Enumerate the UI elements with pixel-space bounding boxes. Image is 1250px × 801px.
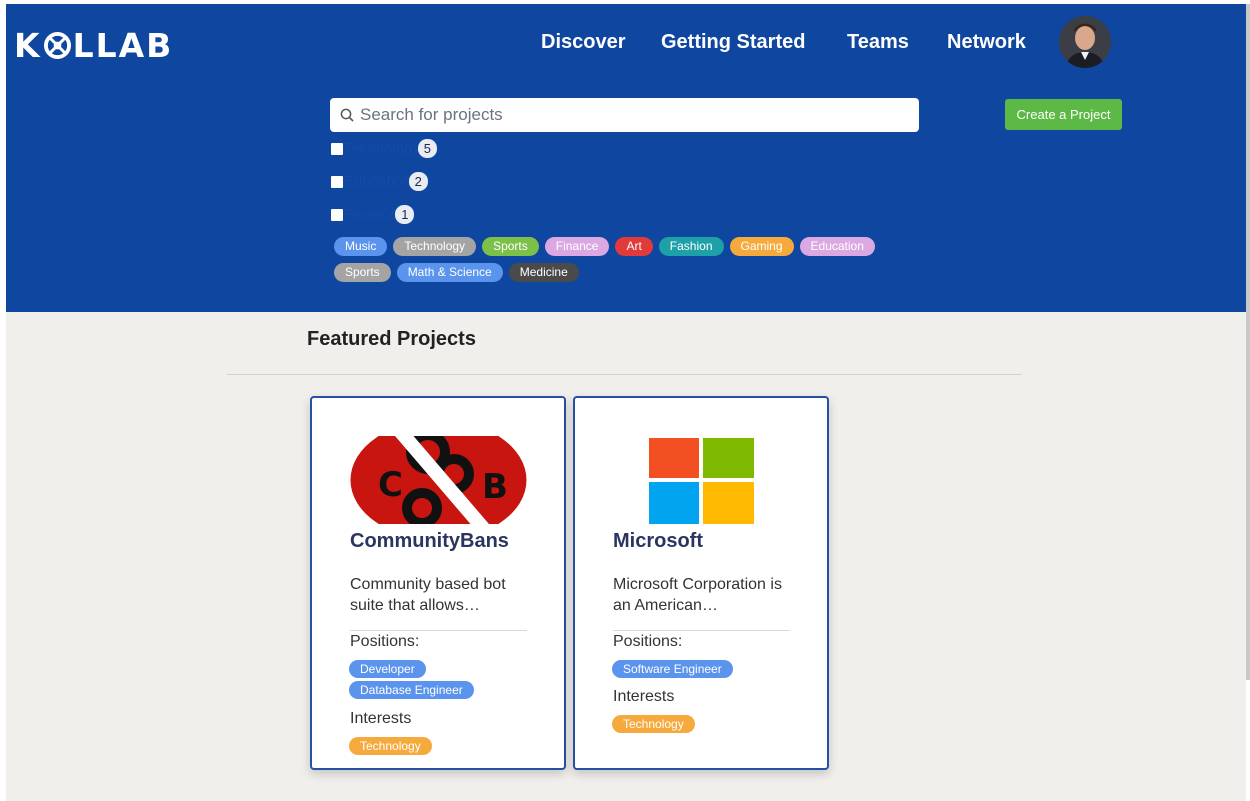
search-icon — [340, 108, 354, 122]
featured-projects-title: Featured Projects — [307, 328, 476, 350]
positions-label: Positions: — [350, 633, 420, 650]
tag-row: Sports Math & Science Medicine — [334, 263, 934, 282]
project-name[interactable]: CommunityBans — [350, 530, 509, 553]
project-card-microsoft[interactable]: Microsoft Microsoft Corporation is an Am… — [573, 396, 829, 770]
card-divider — [613, 630, 790, 631]
filter-count-badge: 1 — [395, 205, 415, 224]
interests-label: Interests — [613, 688, 675, 705]
tag-row: Music Technology Sports Finance Art Fash… — [334, 237, 934, 256]
tag-education[interactable]: Education — [799, 237, 875, 256]
tag-fashion[interactable]: Fashion — [658, 237, 724, 256]
logo-llab: LLAB — [72, 26, 174, 65]
position-pill[interactable]: Software Engineer — [612, 660, 733, 678]
positions-label: Positions: — [613, 633, 683, 650]
nav-teams[interactable]: Teams — [847, 31, 909, 54]
filter-finance[interactable]: Finance 1 — [331, 205, 415, 224]
page: K LLAB Discover Getting Started Teams Ne… — [0, 0, 1250, 801]
position-pill[interactable]: Developer — [349, 660, 426, 678]
interest-pill[interactable]: Technology — [349, 737, 432, 755]
filter-label: Education — [344, 173, 411, 190]
nav-discover[interactable]: Discover — [541, 31, 626, 54]
nav-network[interactable]: Network — [947, 31, 1026, 54]
nav-getting-started[interactable]: Getting Started — [661, 31, 805, 54]
filter-label: Finance — [344, 206, 398, 223]
position-pill[interactable]: Database Engineer — [349, 681, 474, 699]
project-card-communitybans[interactable]: C B CommunityBans Community based bot su… — [310, 396, 566, 770]
project-description: Community based bot suite that allows… — [350, 576, 506, 614]
tag-art[interactable]: Art — [615, 237, 653, 256]
category-tags: Music Technology Sports Finance Art Fash… — [334, 237, 934, 289]
header: K LLAB Discover Getting Started Teams Ne… — [6, 4, 1246, 312]
svg-text:C: C — [378, 465, 403, 505]
avatar-image — [1059, 16, 1111, 68]
tag-sports[interactable]: Sports — [334, 263, 391, 282]
logo-k: K — [14, 26, 42, 65]
tag-medicine[interactable]: Medicine — [508, 263, 579, 282]
filter-count-badge: 5 — [417, 139, 437, 158]
page-scrollbar[interactable] — [1246, 4, 1250, 680]
tag-technology[interactable]: Technology — [393, 237, 477, 256]
interests-label: Interests — [350, 710, 412, 727]
user-avatar[interactable] — [1059, 16, 1111, 68]
tag-math-science[interactable]: Math & Science — [396, 263, 503, 282]
filter-label: Technology — [344, 140, 420, 157]
filter-checkbox[interactable] — [331, 208, 343, 221]
main-content: Featured Projects C B CommunityBans Comm… — [6, 312, 1246, 801]
positions-list: Software Engineer — [612, 660, 733, 678]
filter-checkbox[interactable] — [331, 175, 343, 188]
filter-count-badge: 2 — [408, 172, 428, 191]
svg-text:B: B — [482, 467, 508, 507]
tag-sports[interactable]: Sports — [482, 237, 539, 256]
search-input[interactable] — [360, 105, 900, 125]
project-description: Microsoft Corporation is an American… — [613, 576, 782, 614]
interests-list: Technology — [612, 715, 695, 733]
filter-checkbox[interactable] — [331, 142, 343, 155]
interest-pill[interactable]: Technology — [612, 715, 695, 733]
filter-technology[interactable]: Technology 5 — [331, 139, 437, 158]
microsoft-logo — [649, 438, 754, 524]
filter-education[interactable]: Education 2 — [331, 172, 428, 191]
tag-music[interactable]: Music — [334, 237, 388, 256]
interests-list: Technology — [349, 737, 432, 755]
card-divider — [350, 630, 527, 631]
create-project-button[interactable]: Create a Project — [1005, 99, 1122, 130]
communitybans-logo: C B — [350, 436, 527, 524]
positions-list: Developer Database Engineer — [349, 660, 474, 699]
tag-finance[interactable]: Finance — [544, 237, 610, 256]
search-bar[interactable] — [330, 98, 919, 132]
section-divider — [227, 374, 1022, 375]
tag-gaming[interactable]: Gaming — [729, 237, 794, 256]
project-name[interactable]: Microsoft — [613, 530, 703, 553]
kollab-logo[interactable]: K LLAB — [14, 26, 173, 65]
logo-o-icon — [43, 32, 71, 59]
